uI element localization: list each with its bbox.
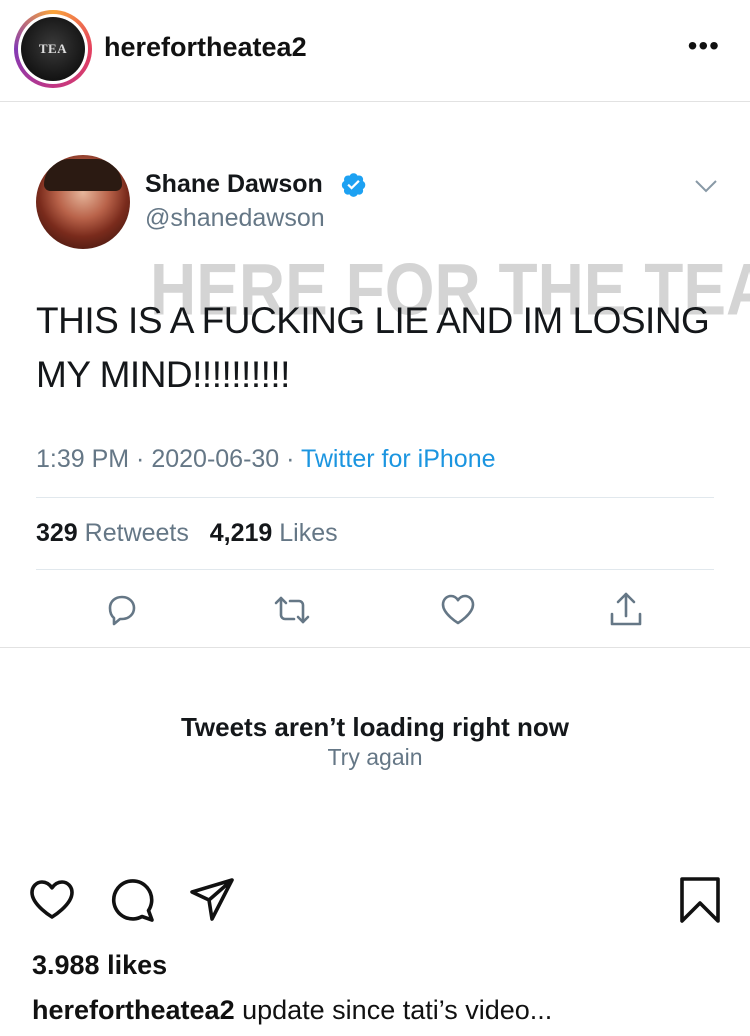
more-options-icon[interactable]: ••• [688, 32, 720, 60]
likes-stat[interactable]: 4,219 Likes [210, 519, 338, 547]
retweets-stat[interactable]: 329 Retweets [36, 519, 189, 547]
tweet-text: THIS IS A FUCKING LIE AND IM LOSING MY M… [36, 300, 710, 395]
post-username[interactable]: herefortheatea2 [104, 32, 307, 63]
share-icon[interactable] [606, 590, 646, 630]
retweet-icon[interactable] [272, 590, 312, 630]
tweet-date: 2020-06-30 [151, 445, 280, 473]
error-title: Tweets aren’t loading right now [180, 712, 570, 742]
tweet-author-name[interactable]: Shane Dawson [145, 170, 323, 199]
tweet-metadata: 1:39 PM · 2020-06-30 · Twitter for iPhon… [36, 445, 496, 473]
tweet-author-avatar[interactable] [36, 155, 130, 249]
tweet-time: 1:39 PM [36, 445, 130, 473]
avatar-logo-text: TEA [38, 41, 68, 56]
tweet-stats: 329 Retweets 4,219 Likes [36, 519, 338, 548]
post-action-bar [0, 876, 750, 926]
like-heart-icon[interactable] [438, 590, 478, 630]
comment-icon[interactable] [108, 876, 156, 924]
profile-avatar[interactable]: TEA [14, 10, 92, 88]
caption-username[interactable]: herefortheatea2 [32, 995, 235, 1025]
reply-icon[interactable] [102, 590, 142, 630]
post-caption: herefortheatea2 update since tati’s vide… [32, 995, 552, 1026]
tweet-author-handle[interactable]: @shanedawson [145, 204, 325, 233]
caption-text: update since tati’s video... [234, 995, 553, 1025]
divider [36, 569, 714, 570]
save-bookmark-icon[interactable] [676, 876, 724, 924]
post-header: TEA herefortheatea2 ••• [0, 0, 750, 102]
verified-badge-icon [341, 173, 366, 197]
divider [0, 647, 750, 648]
try-again-link[interactable]: Try again [0, 744, 750, 771]
divider [36, 497, 714, 498]
likes-count[interactable]: 3.988 likes [32, 950, 167, 981]
send-icon[interactable] [188, 876, 236, 924]
like-heart-icon[interactable] [28, 876, 76, 924]
chevron-down-icon[interactable] [694, 178, 718, 194]
tweet-source-link[interactable]: Twitter for iPhone [301, 445, 496, 473]
tweet-actions [0, 590, 750, 634]
